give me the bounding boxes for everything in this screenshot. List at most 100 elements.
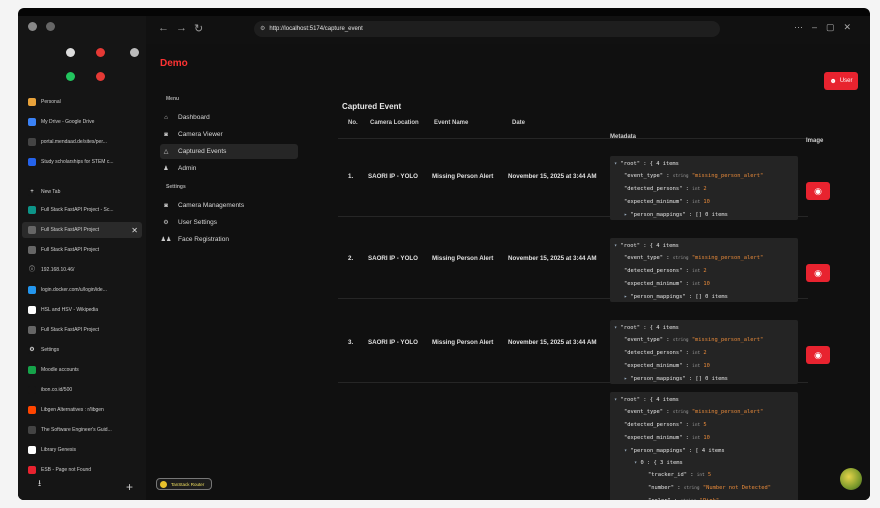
page-icon <box>28 158 36 166</box>
json-root: "root" : { 4 items <box>620 243 679 249</box>
json-token: int <box>692 282 701 287</box>
close-tab-icon[interactable]: ✕ <box>131 226 138 235</box>
sidebar-item-camera-managements[interactable]: ◙ Camera Managements <box>160 198 298 213</box>
metadata-json-viewer[interactable]: ▾ "root" : { 4 items "event_type" : stri… <box>610 320 798 384</box>
view-image-button[interactable]: ◉ <box>806 264 830 282</box>
info-icon: ⓘ <box>28 266 36 274</box>
page-title: Captured Event <box>342 102 402 111</box>
browser-tab-label: 192.168.10.46/ <box>41 267 75 273</box>
json-token: "color" : <box>648 498 677 500</box>
eye-icon: ◉ <box>814 349 822 360</box>
metadata-json-viewer[interactable]: ▾ "root" : { 4 items "event_type" : stri… <box>610 392 798 500</box>
new-tab-plus-icon[interactable]: + <box>126 480 133 494</box>
reload-icon[interactable]: ↻ <box>194 22 203 35</box>
browser-tab[interactable]: Study scholarships for STEM c... <box>22 154 142 170</box>
expand-icon: ▾ <box>624 448 628 454</box>
column-header-image: Image <box>806 138 824 144</box>
sidebar-item-admin[interactable]: ♟ Admin <box>160 161 298 176</box>
window-controls[interactable]: ⋯–▢✕ <box>794 22 860 33</box>
forward-icon[interactable]: → <box>176 22 187 34</box>
page-icon <box>28 466 36 474</box>
tanstack-router-devtools-button[interactable]: TanStack Router <box>156 478 212 490</box>
browser-tab-label: Full Stack FastAPI Project <box>41 247 100 253</box>
browser-tab[interactable]: ⚙ Settings <box>22 342 142 358</box>
laptop-screen-frame: Personal My Drive - Google Drive portal.me… <box>18 8 870 500</box>
devtools-label: TanStack Router <box>171 482 205 487</box>
app-brand[interactable]: Demo <box>160 58 188 69</box>
json-root: "root" : { 4 items <box>620 325 679 331</box>
user-button[interactable]: ☻ User <box>824 72 858 90</box>
browser-tab[interactable]: The Software Engineer's Guid... <box>22 422 142 438</box>
profile-dot-icon[interactable] <box>66 48 75 57</box>
history-icon[interactable] <box>46 22 55 31</box>
site-info-icon[interactable]: ⚙ <box>260 26 265 32</box>
extension-icon[interactable] <box>96 72 105 81</box>
address-bar[interactable]: ⚙ http://localhost:5174/capture_event <box>254 21 720 37</box>
json-token: 10 <box>703 281 710 287</box>
browser-tab-label: Personal <box>41 99 61 105</box>
json-token: 5 <box>707 472 712 478</box>
json-token: string <box>672 174 689 179</box>
page-icon <box>28 138 36 146</box>
page-icon <box>28 426 36 434</box>
sidebar-item-face-registration[interactable]: ♟♟ Face Registration <box>160 232 298 247</box>
expand-icon: ▸ <box>624 376 628 382</box>
metadata-json-viewer[interactable]: ▾ "root" : { 4 items "event_type" : stri… <box>610 156 798 220</box>
json-token: 0 : { 3 items <box>640 460 683 466</box>
browser-tab[interactable]: HSL and HSV - Wikipedia <box>22 302 142 318</box>
browser-tab-strip: Personal My Drive - Google Drive portal.me… <box>18 16 147 500</box>
browser-tab[interactable]: Full Stack FastAPI Project <box>22 322 142 338</box>
extension-icon[interactable] <box>96 48 105 57</box>
sidebar-item-dashboard[interactable]: ⌂ Dashboard <box>160 110 298 125</box>
json-token: string <box>683 486 700 491</box>
browser-tab[interactable]: ⓘ 192.168.10.46/ <box>22 262 142 278</box>
browser-tab[interactable]: login.docker.com/u/login/ide... <box>22 282 142 298</box>
camera-icon: ◙ <box>164 202 168 209</box>
browser-tab[interactable]: My Drive - Google Drive <box>22 114 142 130</box>
json-token: "person_mappings" : <box>630 376 693 382</box>
row-date: November 15, 2025 at 3:44 AM <box>508 339 597 346</box>
browser-tab[interactable]: Personal <box>22 94 142 110</box>
json-token: string <box>680 499 696 500</box>
json-token: "missing_person_alert" <box>691 255 764 261</box>
floating-avatar[interactable] <box>840 468 862 490</box>
browser-tab[interactable]: Full Stack FastAPI Project - Sc... <box>22 202 142 218</box>
extension-icon[interactable] <box>130 48 139 57</box>
json-token: "detected_persons" : <box>624 268 689 274</box>
gear-icon: ⚙ <box>28 346 36 354</box>
json-token: "missing_person_alert" <box>691 409 764 415</box>
column-header-date: Date <box>512 120 526 126</box>
camera-icon: ◙ <box>164 131 168 138</box>
fastapi-icon <box>28 206 36 214</box>
browser-tab[interactable]: Library Genesis <box>22 442 142 458</box>
browser-tab-label: Full Stack FastAPI Project - Sc... <box>41 207 114 213</box>
expand-icon: ▾ <box>614 161 618 167</box>
sidebar-item-captured-events[interactable]: △ Captured Events <box>160 144 298 159</box>
json-token: "missing_person_alert" <box>691 173 764 179</box>
extension-icon[interactable] <box>66 72 75 81</box>
browser-tab[interactable]: ibon.co.id/500 <box>22 382 142 398</box>
browser-tab[interactable]: Libgen Alternatives : r/libgen <box>22 402 142 418</box>
view-image-button[interactable]: ◉ <box>806 182 830 200</box>
json-token: 2 <box>703 350 707 356</box>
metadata-json-viewer[interactable]: ▾ "root" : { 4 items "event_type" : stri… <box>610 238 798 302</box>
browser-tab[interactable]: + New Tab <box>22 184 142 200</box>
browser-tab-label: New Tab <box>41 189 61 195</box>
users-icon: ♟♟ <box>160 237 172 243</box>
app-sidebar: Menu ⌂ Dashboard ◙ Camera Viewer △ Captured… <box>146 90 306 480</box>
json-token: int <box>692 200 701 205</box>
sidebar-item-camera-viewer[interactable]: ◙ Camera Viewer <box>160 127 298 142</box>
expand-icon: ▾ <box>614 397 618 403</box>
download-icon[interactable]: ⭳ <box>38 476 41 492</box>
drive-icon <box>28 118 36 126</box>
browser-tab[interactable]: Full Stack FastAPI Project <box>22 242 142 258</box>
browser-tab[interactable]: Moodle accounts <box>22 362 142 378</box>
view-image-button[interactable]: ◉ <box>806 346 830 364</box>
back-icon[interactable]: ← <box>158 22 169 34</box>
browser-tab[interactable]: portal.mendaad.de/sites/per... <box>22 134 142 150</box>
sidebar-toggle-icon[interactable] <box>28 22 37 31</box>
json-token: "expected_minimum" : <box>624 281 689 287</box>
browser-tab[interactable]: Full Stack FastAPI Project ✕ <box>22 222 142 238</box>
sidebar-item-user-settings[interactable]: ⚙ User Settings <box>160 215 298 230</box>
json-token: 10 <box>703 363 710 369</box>
